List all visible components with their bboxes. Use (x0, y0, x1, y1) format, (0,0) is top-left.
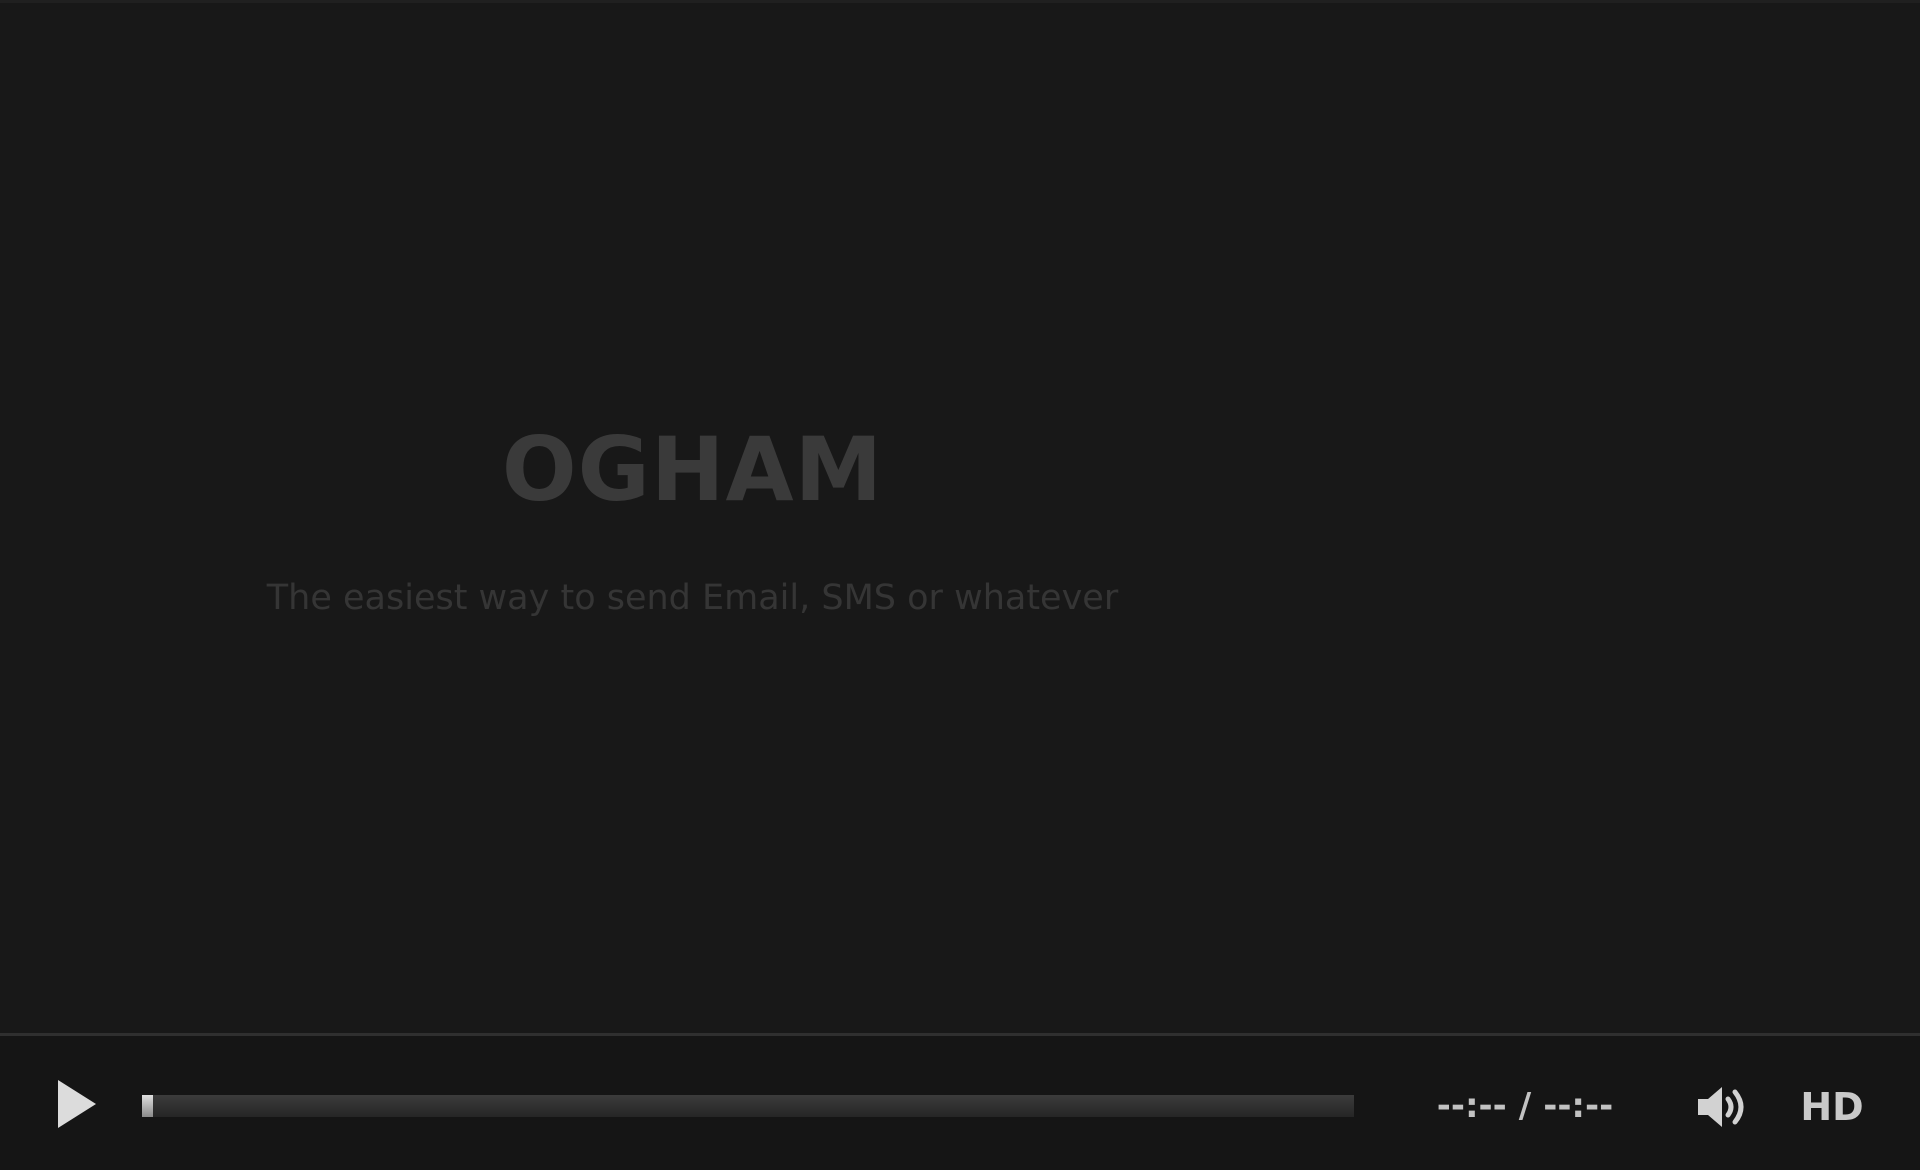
time-display: --:-- / --:-- (1420, 1084, 1630, 1128)
video-subtitle: The easiest way to send Email, SMS or wh… (266, 578, 1119, 618)
progress-bar[interactable] (142, 1095, 1354, 1117)
time-separator: / (1518, 1086, 1532, 1126)
video-player[interactable]: OGHAM The easiest way to send Email, SMS… (0, 0, 1920, 1170)
play-icon (58, 1080, 96, 1128)
current-time: --:-- (1436, 1086, 1507, 1126)
volume-button[interactable] (1695, 1084, 1751, 1130)
progress-bar-fill (142, 1095, 153, 1117)
player-controls: --:-- / --:-- HD (0, 1033, 1920, 1170)
video-stage[interactable]: OGHAM The easiest way to send Email, SMS… (0, 3, 1920, 1033)
video-title: OGHAM (501, 418, 884, 521)
volume-icon (1698, 1087, 1744, 1127)
play-button[interactable] (50, 1076, 100, 1132)
hd-toggle-button[interactable]: HD (1796, 1083, 1868, 1131)
duration: --:-- (1543, 1086, 1614, 1126)
